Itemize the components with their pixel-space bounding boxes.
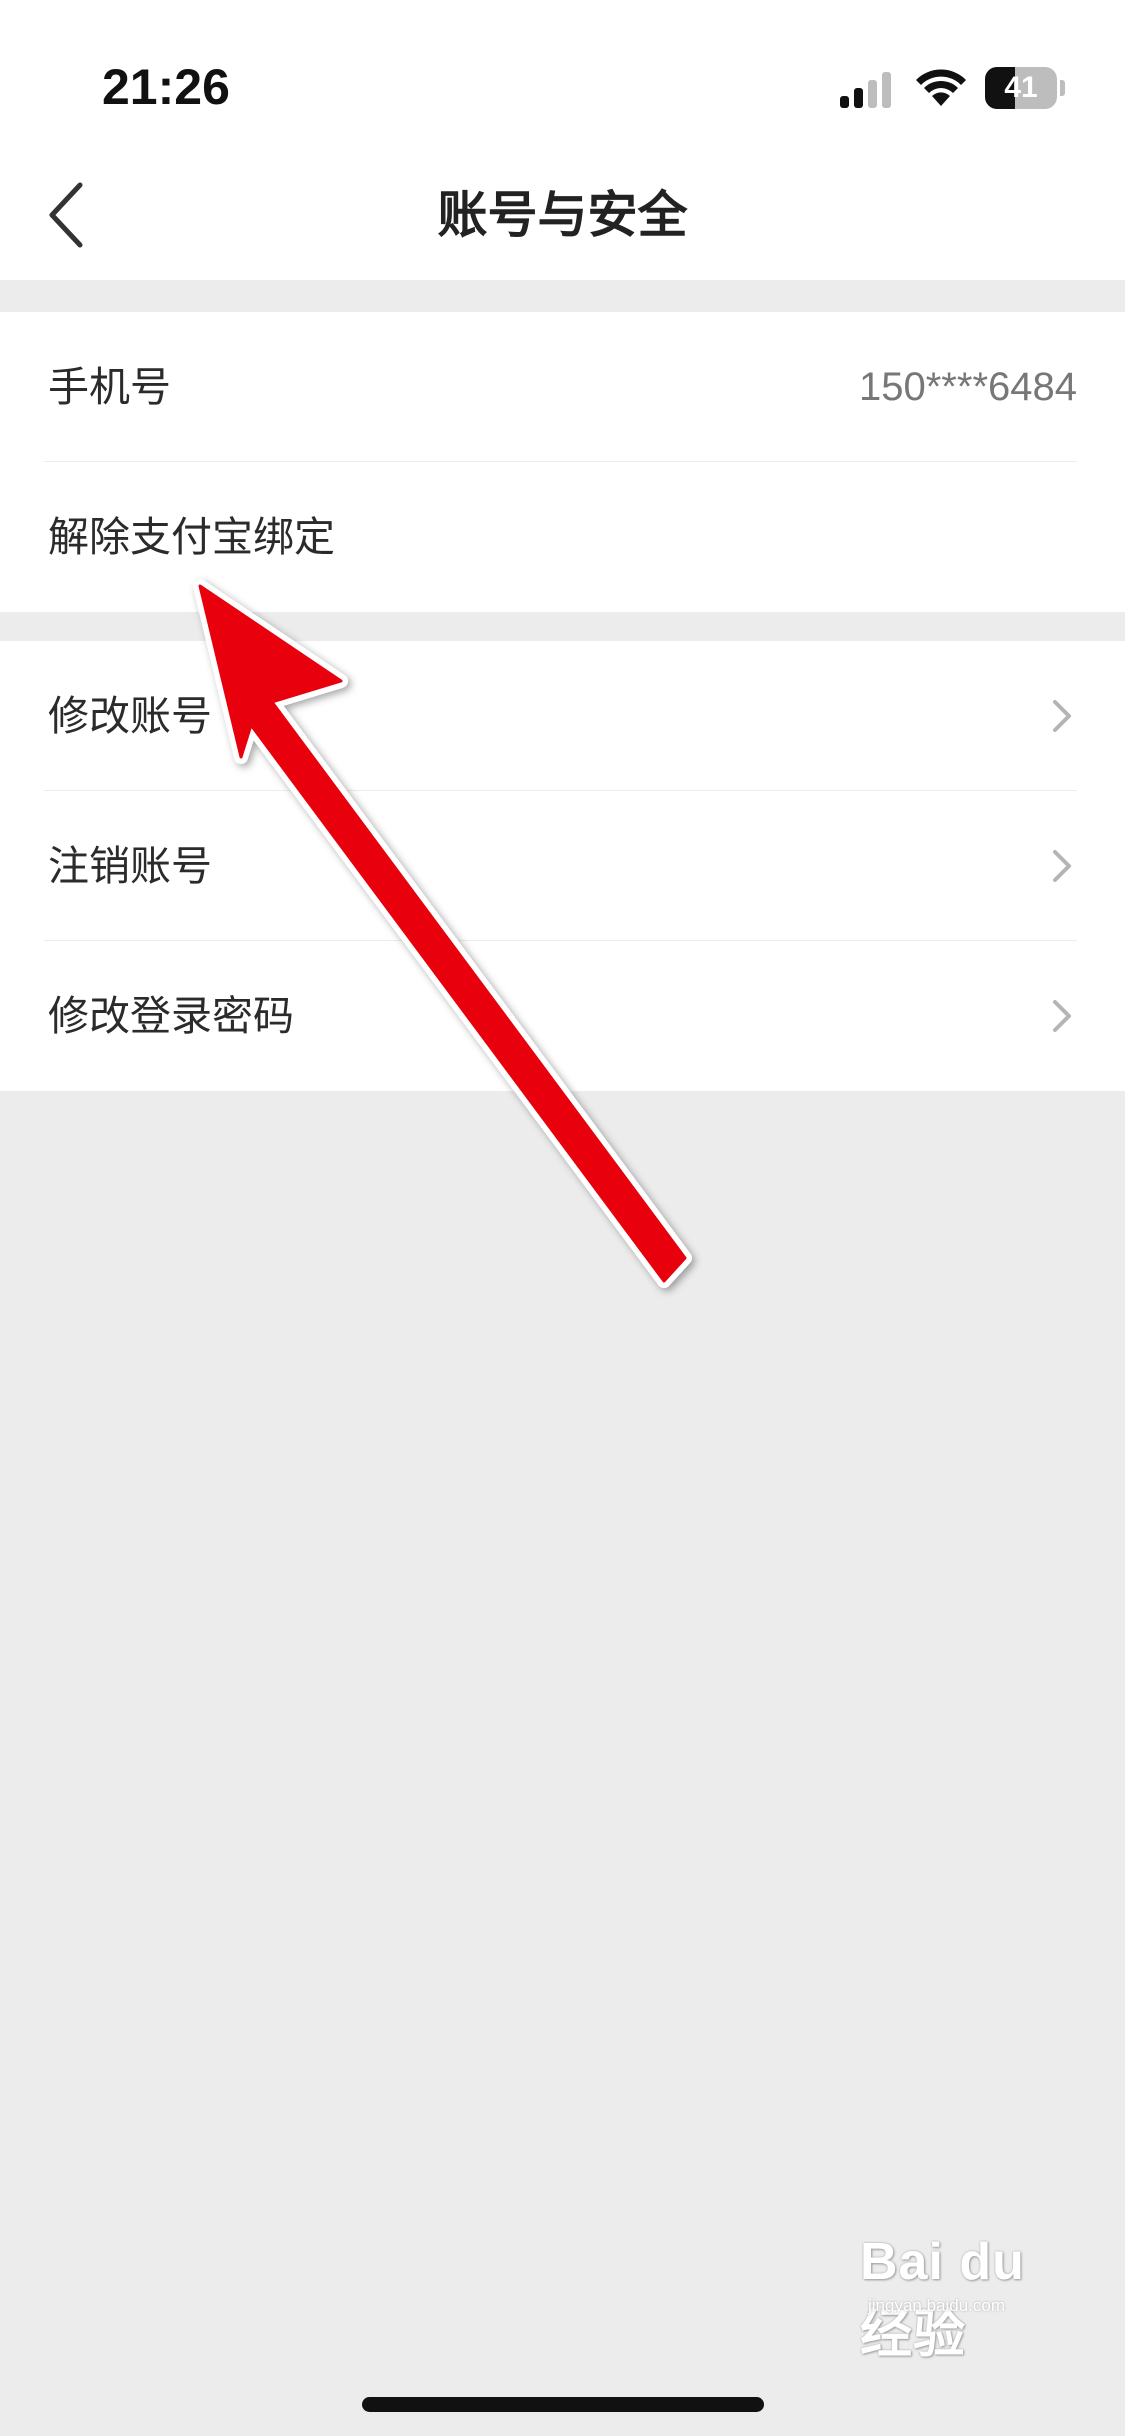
- watermark-url: jingyan.baidu.com: [868, 2296, 1006, 2315]
- status-bar: 21:26 41: [0, 0, 1125, 150]
- phone-number-row[interactable]: 手机号 150****6484: [0, 312, 1125, 462]
- cancel-account-label: 注销账号: [48, 842, 212, 890]
- phone-number-value: 150****6484: [859, 365, 1077, 409]
- battery-icon: 41: [985, 67, 1065, 109]
- home-indicator[interactable]: [362, 2397, 764, 2412]
- baidu-watermark: Bai du 经验 jingyan.baidu.com: [860, 2232, 1080, 2364]
- page-title: 账号与安全: [437, 186, 688, 244]
- chevron-right-icon: [1053, 1000, 1071, 1032]
- unbind-alipay-row[interactable]: 解除支付宝绑定: [0, 462, 1125, 612]
- status-time: 21:26: [102, 59, 230, 115]
- wifi-icon: [916, 69, 966, 106]
- modify-account-row[interactable]: 修改账号: [0, 641, 1125, 791]
- change-login-password-label: 修改登录密码: [48, 992, 294, 1040]
- modify-account-label: 修改账号: [48, 692, 212, 740]
- chevron-right-icon: [1053, 850, 1071, 882]
- settings-group-account-binding: 手机号 150****6484 解除支付宝绑定: [0, 312, 1125, 612]
- phone-number-label: 手机号: [48, 363, 171, 411]
- back-button[interactable]: [30, 175, 110, 255]
- change-login-password-row[interactable]: 修改登录密码: [0, 941, 1125, 1091]
- battery-level: 41: [1004, 71, 1038, 104]
- cancel-account-row[interactable]: 注销账号: [0, 791, 1125, 941]
- cellular-signal-icon: [840, 72, 891, 108]
- settings-group-account-management: 修改账号 注销账号 修改登录密码: [0, 641, 1125, 1091]
- navigation-bar: 账号与安全: [0, 150, 1125, 280]
- chevron-right-icon: [1053, 700, 1071, 732]
- unbind-alipay-label: 解除支付宝绑定: [48, 513, 335, 561]
- chevron-left-icon: [49, 182, 83, 248]
